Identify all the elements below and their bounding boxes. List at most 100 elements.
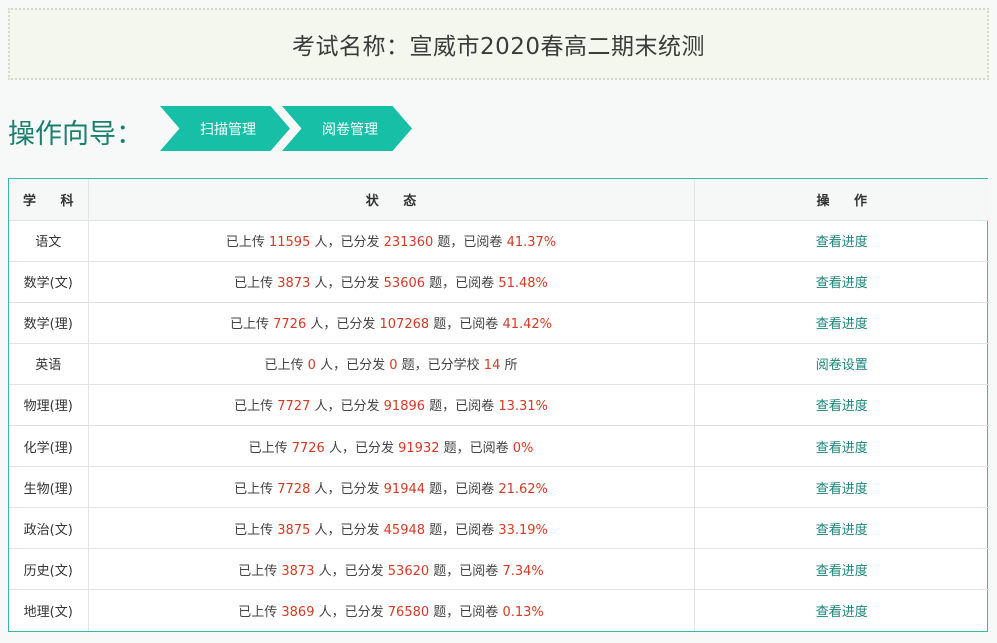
status-text: 题，已阅卷: [429, 522, 495, 538]
subject-cell: 数学(理): [9, 302, 89, 344]
action-cell: 查看进度: [694, 425, 989, 468]
view-progress-link[interactable]: 查看进度: [816, 276, 868, 291]
distributed-count: 76580: [387, 605, 430, 621]
progress-value: 21.62%: [498, 481, 548, 497]
status-cell: 已上传 7726 人，已分发 107268 题，已阅卷 41.42%: [88, 302, 695, 344]
status-text: 题，已阅卷: [437, 235, 503, 251]
status-text: 题，已阅卷: [429, 481, 495, 497]
distributed-count: 0: [389, 358, 398, 374]
uploaded-count: 7728: [277, 481, 311, 497]
header-subject: 学 科: [9, 179, 89, 221]
step-label: 扫描管理: [200, 121, 256, 138]
status-text: 已上传: [234, 481, 274, 497]
uploaded-count: 11595: [268, 235, 311, 251]
status-cell: 已上传 11595 人，已分发 231360 题，已阅卷 41.37%: [88, 220, 695, 262]
status-text: 人，已分发: [314, 481, 380, 497]
table-row: 语文 已上传 11595 人，已分发 231360 题，已阅卷 41.37% 查看进…: [9, 220, 989, 262]
view-progress-link[interactable]: 查看进度: [816, 564, 868, 579]
distributed-count: 53606: [383, 276, 426, 292]
exam-title: 考试名称：宣威市2020春高二期末统测: [291, 34, 706, 60]
step-label: 阅卷管理: [322, 121, 378, 138]
subject-cell: 政治(文): [9, 507, 89, 550]
action-cell: 查看进度: [694, 302, 989, 344]
status-text: 人，已分发: [314, 522, 380, 538]
exam-title-banner: 考试名称：宣威市2020春高二期末统测: [8, 8, 989, 80]
view-progress-link[interactable]: 查看进度: [816, 317, 868, 332]
table-row: 数学(理) 已上传 7726 人，已分发 107268 题，已阅卷 41.42% 查…: [9, 302, 989, 344]
uploaded-count: 0: [307, 358, 316, 374]
status-text: 已上传: [234, 522, 274, 538]
marking-settings-link[interactable]: 阅卷设置: [816, 358, 868, 373]
header-action: 操 作: [694, 179, 989, 221]
header-status: 状 态: [88, 179, 695, 221]
view-progress-link[interactable]: 查看进度: [816, 441, 868, 456]
distributed-count: 91944: [383, 481, 426, 497]
status-text: 人，已分发: [320, 358, 386, 374]
status-text: 人，已分发: [318, 605, 384, 621]
table-row: 数学(文) 已上传 3873 人，已分发 53606 题，已阅卷 51.48% 查看…: [9, 261, 989, 303]
table-row: 政治(文) 已上传 3875 人，已分发 45948 题，已阅卷 33.19% 查看…: [9, 507, 989, 550]
table-row: 生物(理) 已上传 7728 人，已分发 91944 题，已阅卷 21.62% 查看…: [9, 466, 989, 509]
progress-value: 13.31%: [498, 399, 548, 415]
view-progress-link[interactable]: 查看进度: [816, 605, 868, 620]
step-scan-management[interactable]: 扫描管理: [160, 106, 290, 151]
status-cell: 已上传 7727 人，已分发 91896 题，已阅卷 13.31%: [88, 384, 695, 426]
progress-value: 14: [483, 358, 501, 374]
table-row: 历史(文) 已上传 3873 人，已分发 53620 题，已阅卷 7.34% 查看进…: [9, 548, 989, 591]
status-text: 题，已阅卷: [433, 563, 499, 579]
uploaded-count: 7727: [277, 399, 311, 415]
progress-value: 0.13%: [502, 605, 544, 621]
uploaded-count: 7726: [273, 317, 307, 333]
progress-value: 41.37%: [506, 235, 557, 251]
view-progress-link[interactable]: 查看进度: [816, 399, 868, 414]
subject-status-table: 学 科 状 态 操 作 语文 已上传 11595 人，已分发 231360 题，已…: [8, 178, 989, 632]
subject-cell: 地理(文): [9, 589, 89, 631]
step-marking-management[interactable]: 阅卷管理: [282, 106, 412, 151]
subject-cell: 数学(文): [9, 261, 89, 303]
distributed-count: 53620: [387, 563, 430, 579]
distributed-count: 91896: [383, 399, 426, 415]
action-cell: 查看进度: [694, 590, 989, 631]
status-text: 人，已分发: [314, 399, 380, 415]
progress-value: 33.19%: [498, 522, 548, 538]
status-text: 已上传: [238, 605, 278, 621]
status-text: 人，已分发: [328, 440, 394, 456]
status-cell: 已上传 3873 人，已分发 53620 题，已阅卷 7.34%: [88, 548, 695, 591]
view-progress-link[interactable]: 查看进度: [816, 482, 868, 497]
distributed-count: 231360: [383, 235, 434, 251]
action-cell: 查看进度: [694, 261, 989, 303]
action-cell: 查看进度: [694, 220, 989, 262]
status-cell: 已上传 3869 人，已分发 76580 题，已阅卷 0.13%: [88, 589, 695, 631]
guide-label: 操作向导：: [8, 119, 143, 150]
uploaded-count: 3875: [277, 522, 311, 538]
subject-cell: 历史(文): [9, 548, 89, 591]
status-cell: 已上传 3873 人，已分发 53606 题，已阅卷 51.48%: [88, 261, 695, 303]
subject-cell: 语文: [9, 220, 89, 262]
subject-cell: 化学(理): [9, 425, 89, 468]
distributed-count: 107268: [379, 317, 430, 333]
status-text: 已上传: [264, 358, 304, 374]
status-text: 已上传: [238, 563, 278, 579]
subject-cell: 生物(理): [9, 466, 89, 509]
status-text: 已上传: [234, 276, 274, 292]
status-text: 人，已分发: [310, 317, 376, 333]
action-cell: 查看进度: [694, 466, 989, 509]
view-progress-link[interactable]: 查看进度: [816, 235, 868, 250]
status-text: 人，已分发: [318, 563, 384, 579]
distributed-count: 91932: [398, 440, 440, 456]
uploaded-count: 3873: [277, 276, 311, 292]
subject-cell: 物理(理): [9, 384, 89, 426]
uploaded-count: 3873: [281, 563, 315, 579]
status-text: 题，已分学校: [401, 358, 480, 374]
status-text: 人，已分发: [314, 235, 380, 251]
table-row: 物理(理) 已上传 7727 人，已分发 91896 题，已阅卷 13.31% 查看…: [9, 384, 989, 426]
progress-value: 7.34%: [502, 563, 544, 579]
status-text: 已上传: [225, 235, 265, 251]
status-cell: 已上传 3875 人，已分发 45948 题，已阅卷 33.19%: [88, 507, 695, 550]
status-text: 题，已阅卷: [433, 605, 499, 621]
action-cell: 查看进度: [694, 384, 989, 426]
status-cell: 已上传 7728 人，已分发 91944 题，已阅卷 21.62%: [88, 466, 695, 509]
status-cell: 已上传 0 人，已分发 0 题，已分学校 14 所: [88, 343, 695, 385]
view-progress-link[interactable]: 查看进度: [816, 523, 868, 538]
progress-value: 41.42%: [502, 317, 553, 333]
